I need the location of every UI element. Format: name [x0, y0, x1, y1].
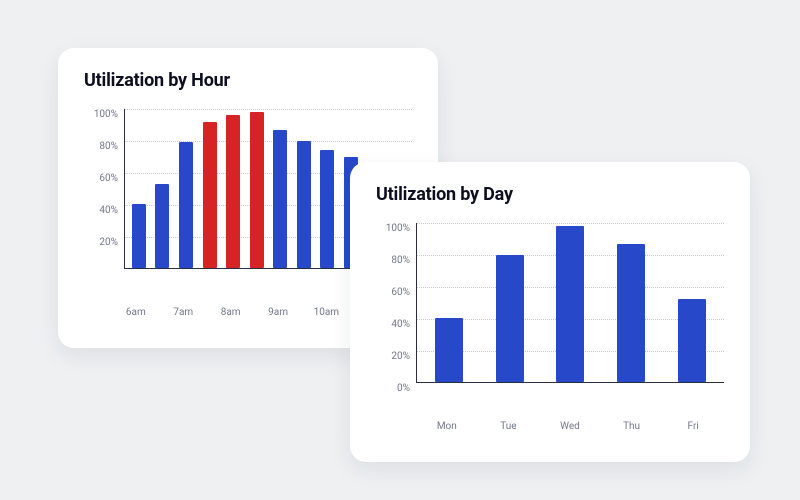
x-tick-label: Thu	[601, 421, 663, 432]
bar	[273, 130, 287, 268]
bar	[320, 150, 334, 268]
x-tick-label: 6am	[124, 307, 148, 318]
bar	[496, 255, 524, 382]
y-axis-day: 0%20%40%60%80%100%	[376, 223, 416, 383]
bar	[155, 184, 169, 268]
plot-area-day	[416, 223, 724, 383]
bar	[179, 142, 193, 268]
x-tick-label: Mon	[416, 421, 478, 432]
x-axis-day: MonTueWedThuFri	[416, 421, 724, 432]
bar	[297, 141, 311, 268]
y-axis-hour: 20%40%60%80%100%	[84, 109, 124, 269]
bar	[617, 244, 645, 382]
x-tick-label: 10am	[314, 307, 339, 318]
bar	[132, 204, 146, 268]
card-utilization-by-day: Utilization by Day 0%20%40%60%80%100% Mo…	[350, 162, 750, 462]
bar	[226, 115, 240, 268]
card-title-day: Utilization by Day	[376, 184, 724, 205]
chart-day: 0%20%40%60%80%100%	[376, 223, 724, 413]
bar	[203, 122, 217, 268]
bar	[678, 299, 706, 382]
x-tick-label: 8am	[219, 307, 243, 318]
bar	[556, 226, 584, 382]
x-tick-label: Wed	[539, 421, 601, 432]
x-tick-label: Tue	[478, 421, 540, 432]
bar	[435, 318, 463, 382]
x-tick-label: 7am	[171, 307, 195, 318]
card-title-hour: Utilization by Hour	[84, 70, 412, 91]
x-tick-label: Fri	[662, 421, 724, 432]
bar	[250, 112, 264, 268]
x-tick-label: 9am	[266, 307, 290, 318]
